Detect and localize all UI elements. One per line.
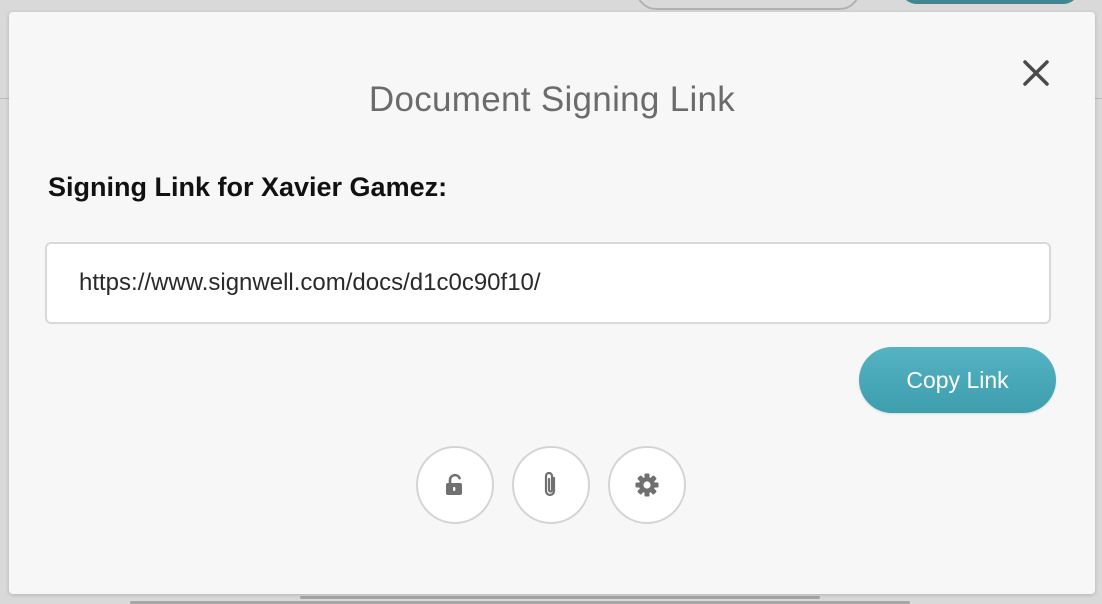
copy-link-button[interactable]: Copy Link bbox=[859, 347, 1056, 413]
gear-icon bbox=[635, 473, 659, 497]
unlock-icon bbox=[446, 473, 462, 495]
signing-link-modal: Document Signing Link Signing Link for X… bbox=[9, 12, 1095, 594]
paperclip-icon bbox=[544, 471, 556, 497]
signing-link-label: Signing Link for Xavier Gamez: bbox=[48, 172, 448, 202]
signing-link-field[interactable] bbox=[45, 242, 1051, 324]
modal-title: Document Signing Link bbox=[368, 80, 736, 119]
settings-button[interactable] bbox=[608, 446, 686, 524]
unlock-button[interactable] bbox=[416, 446, 494, 524]
attachment-button[interactable] bbox=[512, 446, 590, 524]
